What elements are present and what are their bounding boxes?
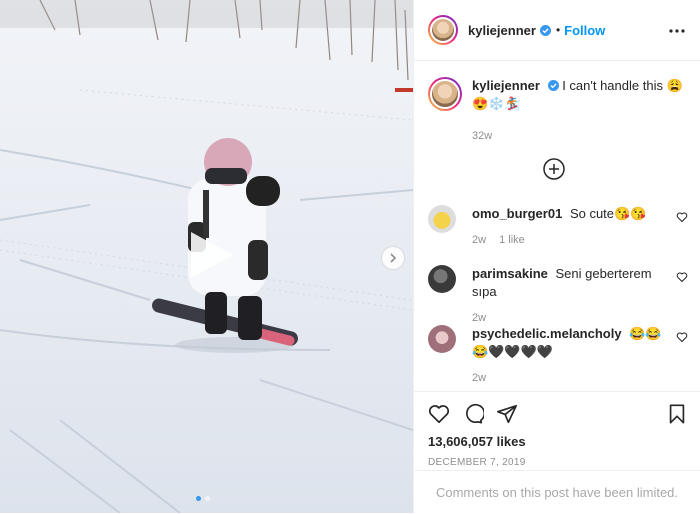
follow-button[interactable]: Follow xyxy=(564,23,605,38)
comment-meta: 2w 1 like xyxy=(472,231,676,249)
comments-limited-notice: Comments on this post have been limited. xyxy=(414,470,700,514)
heart-icon[interactable] xyxy=(676,211,688,223)
comment-item: omo_burger01 So cute😘😘 2w 1 like xyxy=(428,205,688,249)
comment-time[interactable]: 2w xyxy=(472,234,486,246)
header-username[interactable]: kyliejenner xyxy=(468,23,536,38)
heart-icon[interactable] xyxy=(676,331,688,343)
heart-icon[interactable] xyxy=(428,403,450,425)
comment-username[interactable]: parimsakine xyxy=(472,266,548,281)
carousel-dot xyxy=(205,496,210,501)
comment-body: omo_burger01 So cute😘😘 2w 1 like xyxy=(472,205,676,249)
post-sidebar: kyliejenner • Follow kyliejenner I can't… xyxy=(413,0,700,513)
comment-body: psychedelic.melancholy 😂😂😂🖤🖤🖤🖤 2w xyxy=(472,325,676,387)
load-more-comments-button[interactable] xyxy=(543,158,565,180)
comments-section: kyliejenner I can't handle this 😩😍❄️🏂 32… xyxy=(414,61,700,391)
comment-meta: 2w xyxy=(472,369,676,387)
commenter-avatar[interactable] xyxy=(428,205,456,233)
load-more-comments-icon xyxy=(543,158,565,180)
comment-body: parimsakine Seni geberterem sıpa 2w xyxy=(472,265,676,327)
avatar-image xyxy=(430,17,456,43)
verified-badge-icon xyxy=(539,24,551,36)
verified-badge-icon xyxy=(547,80,559,91)
play-icon xyxy=(191,232,233,278)
post-date[interactable]: DECEMBER 7, 2019 xyxy=(414,449,700,468)
caption-username[interactable]: kyliejenner xyxy=(472,78,540,93)
play-button[interactable] xyxy=(181,226,239,284)
comment-item: psychedelic.melancholy 😂😂😂🖤🖤🖤🖤 2w xyxy=(428,325,688,387)
comment-time[interactable]: 2w xyxy=(472,372,486,384)
comment-likes[interactable]: 1 like xyxy=(499,234,525,246)
more-options-icon xyxy=(669,29,685,33)
comment-time[interactable]: 2w xyxy=(472,312,486,324)
avatar[interactable] xyxy=(428,15,458,45)
comment-text: So cute😘😘 xyxy=(569,206,647,221)
avatar-image xyxy=(430,79,460,109)
caption: kyliejenner I can't handle this 😩😍❄️🏂 32… xyxy=(414,61,700,145)
commenter-avatar[interactable] xyxy=(428,265,456,293)
share-icon[interactable] xyxy=(496,403,518,425)
caption-time[interactable]: 32w xyxy=(472,127,686,145)
post-actions: 13,606,057 likes DECEMBER 7, 2019 xyxy=(414,391,700,468)
comment-icon[interactable] xyxy=(462,403,484,425)
heart-icon[interactable] xyxy=(676,271,688,283)
carousel-dot xyxy=(196,496,201,501)
bookmark-icon[interactable] xyxy=(666,403,688,425)
caption-body: kyliejenner I can't handle this 😩😍❄️🏂 32… xyxy=(472,77,686,145)
next-media-button[interactable] xyxy=(382,247,404,269)
more-options-button[interactable] xyxy=(668,22,686,40)
comment-username[interactable]: psychedelic.melancholy xyxy=(472,326,622,341)
comment-item: parimsakine Seni geberterem sıpa 2w xyxy=(428,265,688,327)
comment-username[interactable]: omo_burger01 xyxy=(472,206,562,221)
action-icons xyxy=(414,392,700,426)
carousel-indicator xyxy=(196,496,210,501)
instagram-post: kyliejenner • Follow kyliejenner I can't… xyxy=(0,0,700,513)
like-count[interactable]: 13,606,057 likes xyxy=(414,426,700,449)
commenter-avatar[interactable] xyxy=(428,325,456,353)
separator: • xyxy=(555,23,561,37)
post-media[interactable] xyxy=(0,0,413,513)
post-header: kyliejenner • Follow xyxy=(414,0,700,61)
caption-avatar[interactable] xyxy=(428,77,462,111)
chevron-right-icon xyxy=(390,253,397,263)
